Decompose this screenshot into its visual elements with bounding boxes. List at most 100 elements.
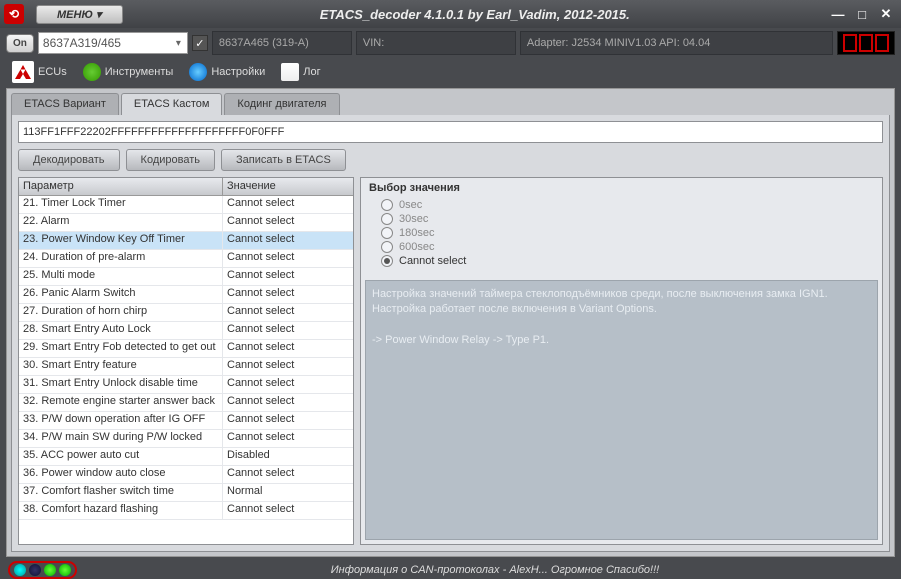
maximize-button[interactable]: □	[851, 5, 873, 23]
led-indicator	[8, 561, 77, 579]
table-row[interactable]: 32. Remote engine starter answer backCan…	[19, 394, 353, 412]
table-body[interactable]: 21. Timer Lock TimerCannot select22. Ala…	[19, 196, 353, 544]
radio-label: 600sec	[399, 241, 434, 253]
group-title: Выбор значения	[361, 178, 882, 196]
table-row[interactable]: 36. Power window auto closeCannot select	[19, 466, 353, 484]
radio-label: 0sec	[399, 199, 422, 211]
app-icon: ⟲	[4, 4, 24, 24]
gear-icon	[189, 63, 207, 81]
cell-value: Cannot select	[223, 250, 353, 267]
decode-button[interactable]: Декодировать	[18, 149, 120, 171]
table-row[interactable]: 26. Panic Alarm SwitchCannot select	[19, 286, 353, 304]
cell-param: 30. Smart Entry feature	[19, 358, 223, 375]
titlebar: ⟲ МЕНЮ ▾ ETACS_decoder 4.1.0.1 by Earl_V…	[0, 0, 901, 28]
radio-icon	[381, 213, 393, 225]
led-green-icon	[59, 564, 71, 576]
table-row[interactable]: 22. AlarmCannot select	[19, 214, 353, 232]
cell-param: 35. ACC power auto cut	[19, 448, 223, 465]
table-row[interactable]: 35. ACC power auto cutDisabled	[19, 448, 353, 466]
table-row[interactable]: 38. Comfort hazard flashingCannot select	[19, 502, 353, 520]
table-row[interactable]: 31. Smart Entry Unlock disable timeCanno…	[19, 376, 353, 394]
table-row[interactable]: 30. Smart Entry featureCannot select	[19, 358, 353, 376]
cell-value: Cannot select	[223, 268, 353, 285]
part-checkbox[interactable]: ✓	[192, 35, 208, 51]
cell-value: Cannot select	[223, 286, 353, 303]
custom-panel: Декодировать Кодировать Записать в ETACS…	[11, 115, 890, 552]
part-combo[interactable]: 8637A319/465	[38, 32, 188, 54]
tab-log[interactable]: Лог	[273, 59, 328, 85]
cell-param: 38. Comfort hazard flashing	[19, 502, 223, 519]
cell-value: Cannot select	[223, 214, 353, 231]
radio-option[interactable]: Cannot select	[381, 254, 874, 268]
content-area: ETACS Вариант ETACS Кастом Кодинг двигат…	[6, 88, 895, 557]
table-row[interactable]: 34. P/W main SW during P/W lockedCannot …	[19, 430, 353, 448]
cell-param: 22. Alarm	[19, 214, 223, 231]
part-info: 8637A465 (319-A)	[212, 31, 352, 55]
radio-icon	[381, 255, 393, 267]
radio-option[interactable]: 600sec	[381, 240, 874, 254]
help-box: Настройка значений таймера стеклоподъёмн…	[365, 280, 878, 540]
help-line: -> Power Window Relay -> Type P1.	[372, 333, 871, 348]
table-row[interactable]: 37. Comfort flasher switch timeNormal	[19, 484, 353, 502]
table-row[interactable]: 28. Smart Entry Auto LockCannot select	[19, 322, 353, 340]
cell-value: Cannot select	[223, 466, 353, 483]
table-header: Параметр Значение	[19, 178, 353, 196]
cell-param: 32. Remote engine starter answer back	[19, 394, 223, 411]
cell-value: Cannot select	[223, 394, 353, 411]
tab-tools[interactable]: Инструменты	[75, 59, 182, 85]
tab-tools-label: Инструменты	[105, 66, 174, 78]
subtab-custom[interactable]: ETACS Кастом	[121, 93, 223, 115]
split-pane: Параметр Значение 21. Timer Lock TimerCa…	[18, 177, 883, 545]
close-button[interactable]: ✕	[875, 5, 897, 23]
write-button[interactable]: Записать в ETACS	[221, 149, 346, 171]
radio-option[interactable]: 30sec	[381, 212, 874, 226]
tab-log-label: Лог	[303, 66, 320, 78]
table-row[interactable]: 25. Multi modeCannot select	[19, 268, 353, 286]
cell-value: Cannot select	[223, 502, 353, 519]
cell-param: 29. Smart Entry Fob detected to get out	[19, 340, 223, 357]
col-value: Значение	[223, 178, 353, 195]
menu-button[interactable]: МЕНЮ ▾	[36, 5, 123, 24]
adapter-field: Adapter: J2534 MINIV1.03 API: 04.04	[520, 31, 833, 55]
radio-label: 30sec	[399, 213, 428, 225]
counter-display	[837, 31, 895, 55]
hex-input[interactable]	[18, 121, 883, 143]
on-button[interactable]: On	[6, 34, 34, 53]
led-dark-icon	[29, 564, 41, 576]
cell-value: Cannot select	[223, 322, 353, 339]
cell-param: 31. Smart Entry Unlock disable time	[19, 376, 223, 393]
radio-icon	[381, 199, 393, 211]
menu-label: МЕНЮ	[57, 9, 93, 21]
vin-field: VIN:	[356, 31, 516, 55]
subtab-engine[interactable]: Кодинг двигателя	[224, 93, 339, 115]
minimize-button[interactable]: —	[827, 5, 849, 23]
cell-param: 28. Smart Entry Auto Lock	[19, 322, 223, 339]
radio-option[interactable]: 0sec	[381, 198, 874, 212]
radio-option[interactable]: 180sec	[381, 226, 874, 240]
tab-ecus[interactable]: ECUs	[4, 57, 75, 87]
tab-settings[interactable]: Настройки	[181, 59, 273, 85]
combo-value: 8637A319/465	[43, 36, 121, 50]
param-table: Параметр Значение 21. Timer Lock TimerCa…	[18, 177, 354, 545]
cell-param: 36. Power window auto close	[19, 466, 223, 483]
x-icon	[83, 63, 101, 81]
subtab-variant[interactable]: ETACS Вариант	[11, 93, 119, 115]
seg-digit	[843, 34, 857, 52]
table-row[interactable]: 27. Duration of horn chirpCannot select	[19, 304, 353, 322]
tab-settings-label: Настройки	[211, 66, 265, 78]
cell-param: 27. Duration of horn chirp	[19, 304, 223, 321]
table-row[interactable]: 29. Smart Entry Fob detected to get outC…	[19, 340, 353, 358]
table-row[interactable]: 23. Power Window Key Off TimerCannot sel…	[19, 232, 353, 250]
encode-button[interactable]: Кодировать	[126, 149, 215, 171]
table-row[interactable]: 33. P/W down operation after IG OFFCanno…	[19, 412, 353, 430]
main-tabs: ECUs Инструменты Настройки Лог	[0, 58, 901, 86]
seg-digit	[875, 34, 889, 52]
table-row[interactable]: 21. Timer Lock TimerCannot select	[19, 196, 353, 214]
cell-value: Cannot select	[223, 376, 353, 393]
radio-label: 180sec	[399, 227, 434, 239]
table-row[interactable]: 24. Duration of pre-alarmCannot select	[19, 250, 353, 268]
cell-param: 21. Timer Lock Timer	[19, 196, 223, 213]
cell-value: Cannot select	[223, 304, 353, 321]
cell-param: 34. P/W main SW during P/W locked	[19, 430, 223, 447]
cell-param: 23. Power Window Key Off Timer	[19, 232, 223, 249]
